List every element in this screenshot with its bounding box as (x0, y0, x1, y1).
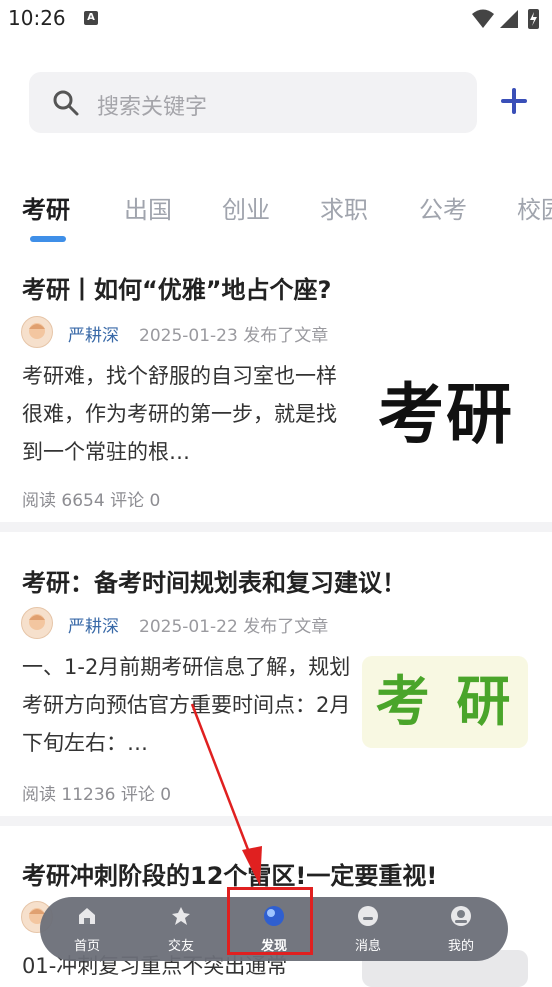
nav-messages[interactable]: 消息 (338, 905, 398, 954)
divider (0, 522, 552, 532)
message-icon (358, 906, 378, 926)
nav-messages-label: 消息 (354, 939, 381, 954)
status-time: 10:26 (8, 6, 66, 30)
friends-icon (172, 907, 190, 925)
author-name[interactable]: 严耕深 (68, 612, 119, 637)
tab-gongkao[interactable]: 公考 (419, 190, 467, 225)
author-name[interactable]: 严耕深 (68, 321, 119, 346)
tab-chuangye[interactable]: 创业 (222, 190, 270, 225)
avatar[interactable] (21, 607, 53, 639)
tab-chuguo[interactable]: 出国 (124, 190, 172, 225)
nav-friends[interactable]: 交友 (151, 905, 211, 954)
nav-profile-label: 我的 (447, 939, 474, 954)
thumbnail-text: 考 研 (375, 670, 515, 733)
article-stats: 阅读 6654 评论 0 (22, 491, 161, 511)
search-input[interactable]: 搜索关键字 (97, 89, 207, 121)
article-summary[interactable]: 考研难，找个舒服的自习室也一样很难，作为考研的第一步，就是找到一个常驻的根… (22, 357, 352, 471)
active-tab-indicator (30, 236, 66, 242)
thumbnail-text: 考研 (378, 376, 514, 453)
avatar[interactable] (21, 316, 53, 348)
tab-kaoyan[interactable]: 考研 (22, 190, 70, 225)
wifi-icon (472, 9, 494, 28)
profile-icon (451, 906, 471, 926)
add-icon[interactable] (497, 84, 531, 118)
search-icon (53, 90, 79, 116)
article-title[interactable]: 考研：备考时间规划表和复习建议！ (22, 563, 406, 598)
article-title[interactable]: 考研丨如何“优雅”地占个座? (22, 270, 331, 305)
article-meta: 2025-01-22 发布了文章 (139, 617, 329, 637)
article-thumbnail[interactable]: 考研 (364, 360, 528, 470)
nav-home-label: 首页 (73, 939, 100, 954)
nav-home[interactable]: 首页 (57, 905, 117, 954)
nav-profile[interactable]: 我的 (431, 905, 491, 954)
article-stats: 阅读 11236 评论 0 (22, 785, 172, 805)
notification-icon: A (84, 11, 98, 25)
tab-xiaoyuan[interactable]: 校园 (517, 190, 552, 225)
article-meta: 2025-01-23 发布了文章 (139, 326, 329, 346)
nav-friends-label: 交友 (167, 939, 194, 954)
annotation-arrow (190, 703, 262, 886)
article-thumbnail[interactable]: 考 研 (362, 656, 528, 748)
tab-qiuzhi[interactable]: 求职 (320, 190, 368, 225)
system-icons (470, 6, 542, 36)
status-bar: 10:26 A (0, 0, 552, 40)
highlight-box (227, 887, 313, 955)
signal-icon (500, 10, 518, 28)
home-icon (79, 908, 95, 924)
